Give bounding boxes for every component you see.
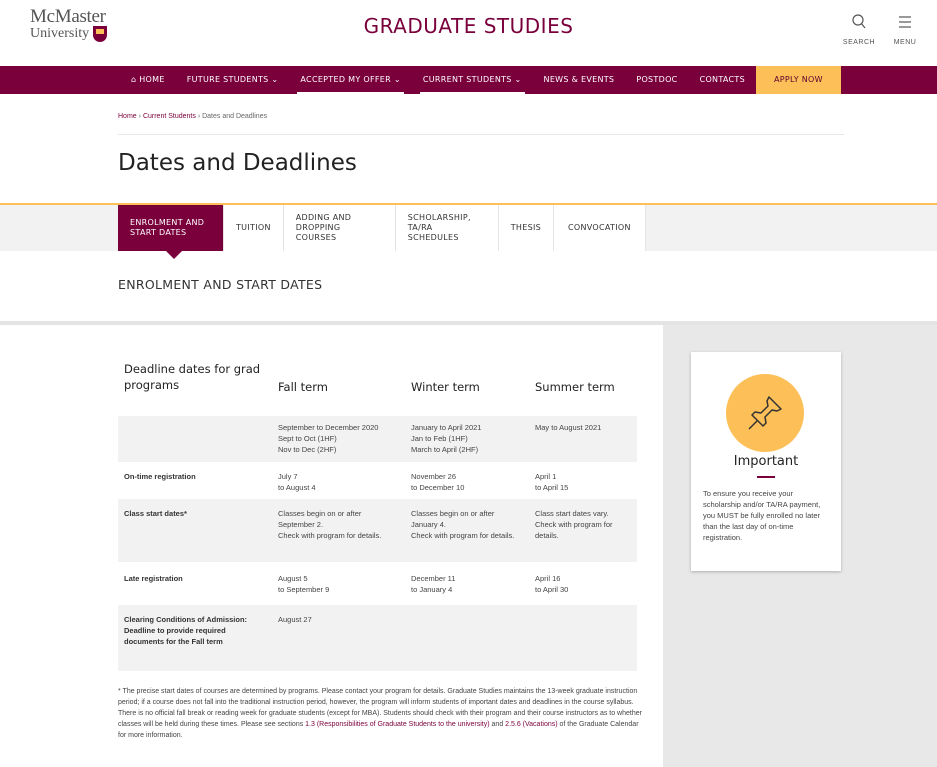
calendar-link-responsibilities[interactable]: 1.3 (Responsibilities of Graduate Studen… [305, 721, 489, 728]
table-cell: September to December 2020 Sept to Oct (1… [272, 416, 405, 462]
important-card: Important To ensure you receive your sch… [691, 352, 841, 571]
footnote: * The precise start dates of courses are… [118, 688, 642, 739]
breadcrumb-home[interactable]: Home [118, 113, 137, 120]
search-label: SEARCH [842, 39, 876, 46]
table-row: Class start dates* Classes begin on or a… [118, 499, 637, 562]
important-title: Important [733, 454, 799, 469]
site-title[interactable]: GRADUATE STUDIES [0, 14, 937, 38]
tab-bar: ENROLMENT AND START DATES TUITION ADDING… [118, 205, 646, 259]
table-cell: November 26 to December 10 [411, 472, 465, 492]
tab-enrolment-and-start-dates[interactable]: ENROLMENT AND START DATES [118, 205, 224, 259]
tab-adding-and-dropping-courses[interactable]: ADDING AND DROPPING COURSES [283, 205, 396, 251]
chevron-down-icon: ⌄ [393, 75, 401, 84]
table-cell: Clearing Conditions of Admission: Deadlin… [118, 605, 272, 671]
nav-accepted-my-offer[interactable]: ACCEPTED MY OFFER ⌄ [289, 66, 411, 94]
table-cell: April 16 to April 30 [535, 574, 569, 594]
nav-news-events[interactable]: NEWS & EVENTS [533, 66, 626, 94]
pushpin-icon [726, 374, 804, 452]
page-title: Dates and Deadlines [118, 150, 357, 176]
menu-button[interactable]: MENU [885, 14, 925, 46]
table-row: Late registration August 5 to September 9… [118, 562, 637, 605]
breadcrumb: Home › Current Students › Dates and Dead… [118, 113, 268, 120]
table-cell: Classes begin on or after September 2. Ch… [272, 499, 405, 562]
chevron-down-icon: ⌄ [271, 75, 279, 84]
divider [118, 134, 844, 135]
nav-current-students[interactable]: CURRENT STUDENTS ⌄ [412, 66, 533, 94]
column-header: Deadline dates for grad programs [118, 352, 272, 416]
table-cell: July 7 to August 4 [278, 472, 316, 492]
main-nav: ⌂ HOME FUTURE STUDENTS ⌄ ACCEPTED MY OFF… [0, 66, 937, 94]
search-icon [839, 14, 879, 35]
table-row: On-time registration July 7 to August 4 N… [118, 462, 637, 499]
hamburger-icon [885, 14, 925, 35]
tab-tuition[interactable]: TUITION [224, 205, 284, 251]
table-cell: On-time registration [124, 472, 196, 481]
chevron-down-icon: ⌄ [514, 75, 522, 84]
table-cell: Classes begin on or after January 4. Chec… [405, 499, 529, 562]
table-row: Clearing Conditions of Admission: Deadlin… [118, 605, 637, 671]
calendar-link-vacations[interactable]: 2.5.6 (Vacations) [505, 721, 557, 728]
important-text: To ensure you receive your scholarship a… [703, 489, 821, 542]
tab-thesis[interactable]: THESIS [498, 205, 555, 251]
nav-contacts[interactable]: CONTACTS [689, 66, 756, 94]
table-cell: May to August 2021 [529, 416, 637, 462]
table-cell: April 1 to April 15 [535, 472, 569, 492]
table-cell [529, 605, 637, 671]
table-cell: Class start dates vary. Check with progr… [529, 499, 637, 562]
tab-convocation[interactable]: CONVOCATION [554, 205, 646, 251]
table-cell: August 5 to September 9 [278, 574, 330, 594]
column-header: Winter term [405, 352, 529, 416]
table-header-row: Deadline dates for grad programs Fall te… [118, 352, 637, 416]
apply-now-button[interactable]: APPLY NOW [755, 66, 841, 94]
site-header: McMaster University GRADUATE STUDIES SEA… [0, 0, 937, 66]
table-cell: August 27 [272, 605, 405, 671]
section-title: ENROLMENT AND START DATES [118, 277, 323, 292]
breadcrumb-current-students[interactable]: Current Students [143, 113, 196, 120]
deadlines-table: Deadline dates for grad programs Fall te… [118, 352, 637, 671]
nav-home[interactable]: ⌂ HOME [120, 66, 176, 94]
nav-postdoc[interactable]: POSTDOC [625, 66, 688, 94]
search-button[interactable]: SEARCH [839, 14, 879, 46]
menu-label: MENU [893, 39, 917, 46]
column-header: Fall term [272, 352, 405, 416]
accent-divider [757, 476, 775, 478]
table-cell: Late registration [124, 574, 183, 583]
home-icon: ⌂ [131, 75, 137, 84]
column-header: Summer term [529, 352, 637, 416]
table-cell: January to April 2021 Jan to Feb (1HF) Mar… [405, 416, 529, 462]
nav-future-students[interactable]: FUTURE STUDENTS ⌄ [176, 66, 290, 94]
breadcrumb-current-page: Dates and Deadlines [202, 113, 268, 120]
table-cell [118, 416, 272, 462]
table-cell: December 11 to January 4 [411, 574, 456, 594]
table-cell [405, 605, 529, 671]
table-row: September to December 2020 Sept to Oct (1… [118, 416, 637, 462]
tab-scholarship-schedules[interactable]: SCHOLARSHIP, TA/RA SCHEDULES [395, 205, 499, 251]
table-cell: Class start dates* [118, 499, 272, 562]
